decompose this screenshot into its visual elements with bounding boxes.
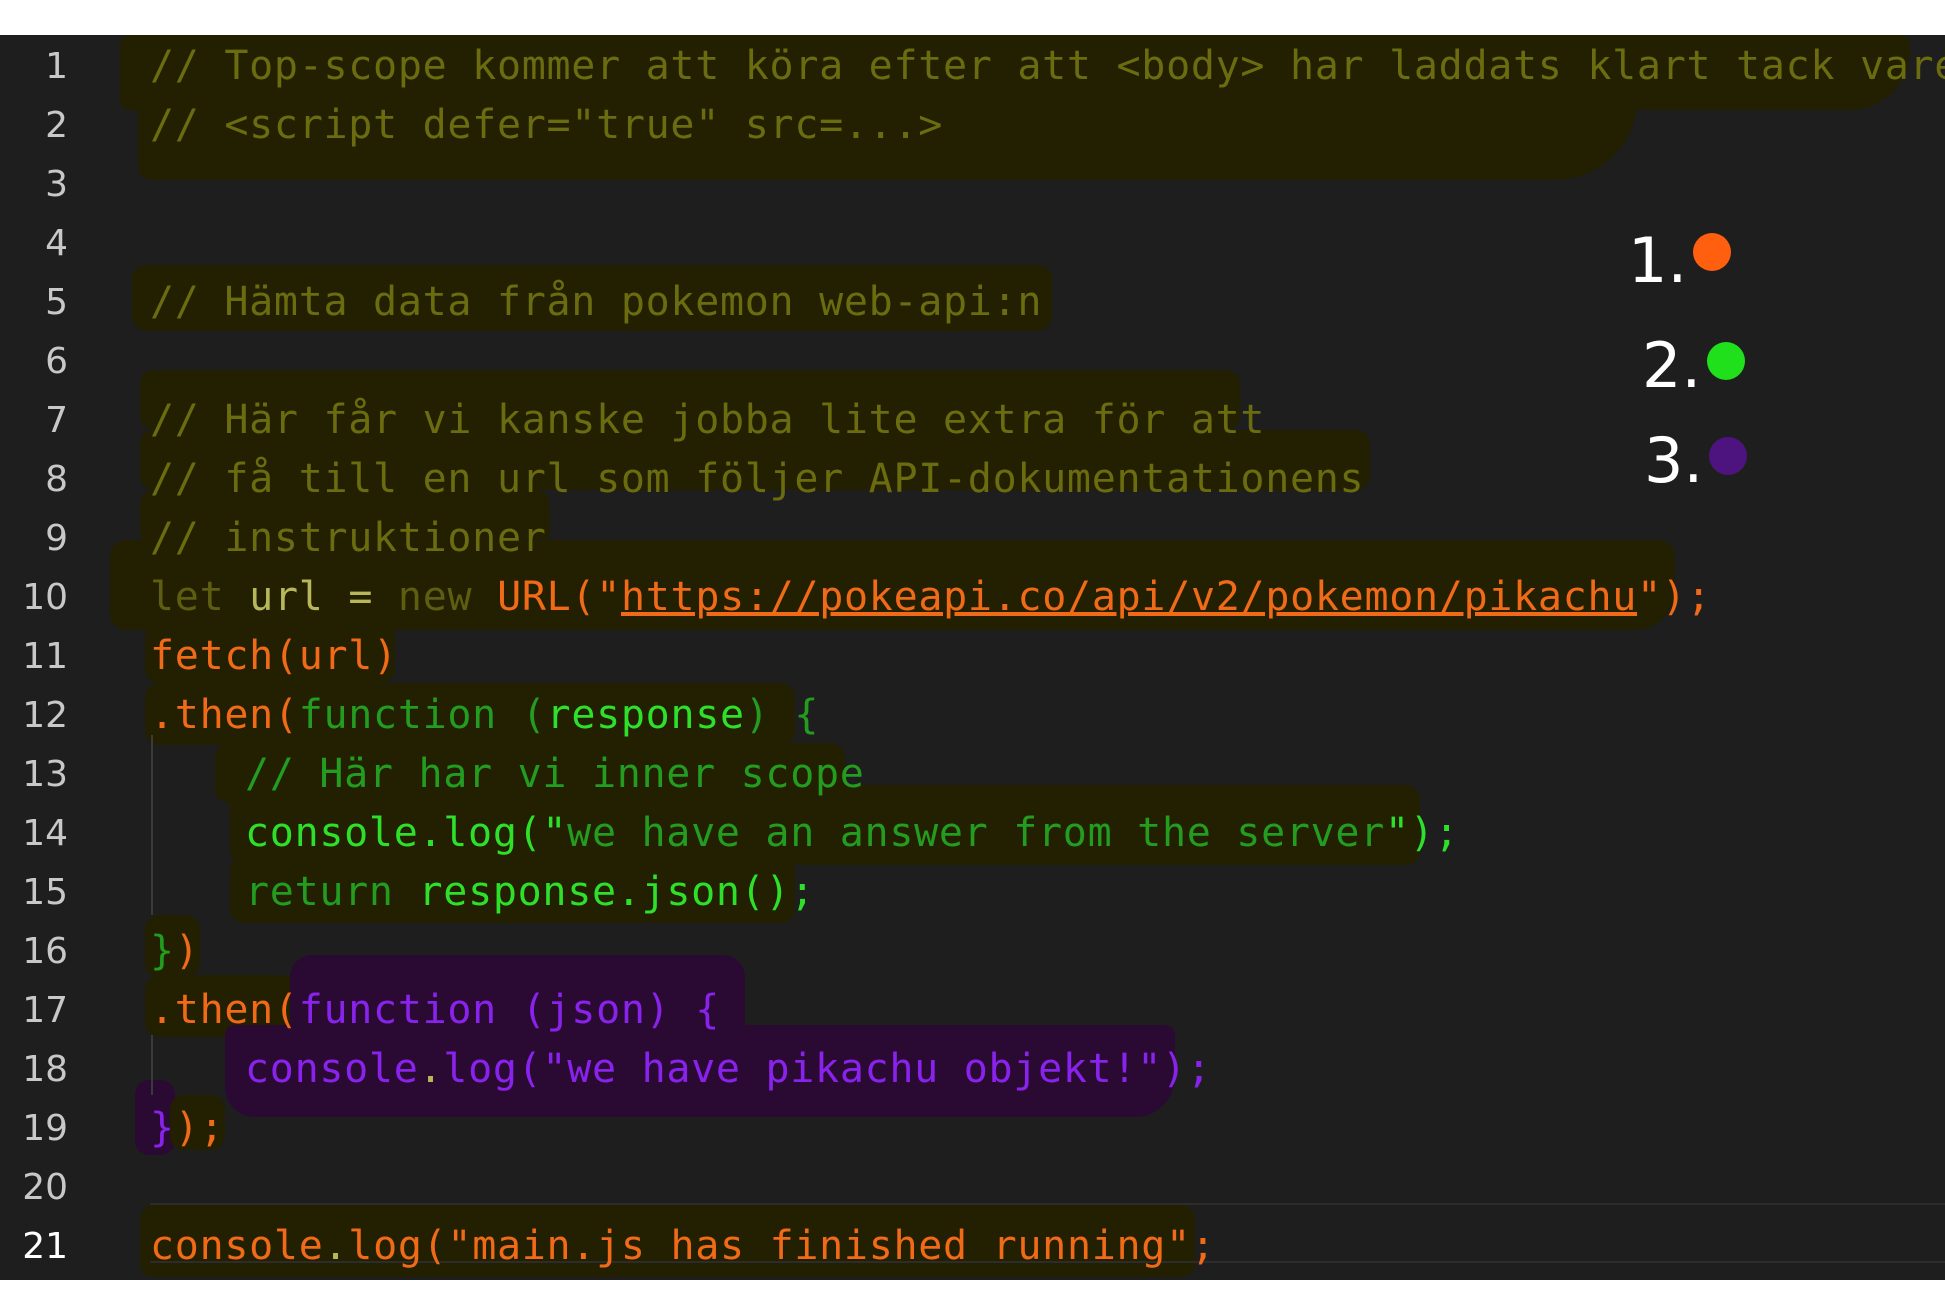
code-line-9[interactable]: // instruktioner xyxy=(150,509,547,568)
code-line-17[interactable]: .then(function (json) { xyxy=(150,981,720,1040)
dot: . xyxy=(323,1223,349,1269)
return-expression: response.json(); xyxy=(418,869,816,915)
line-number: 10 xyxy=(22,577,68,618)
code-line-18[interactable]: console.log("we have pikachu objekt!"); xyxy=(245,1040,1212,1099)
paren-quote: (" xyxy=(517,1046,568,1092)
statement-end: ); xyxy=(174,1105,225,1151)
then-call: .then( xyxy=(150,692,299,738)
code-line-1[interactable]: // Top-scope kommer att köra efter att <… xyxy=(150,37,1945,96)
orange-dot-icon xyxy=(1693,233,1732,271)
statement-end: "); xyxy=(1637,574,1712,620)
console-log-call: console.log(" xyxy=(245,810,568,856)
legend-label: 2. xyxy=(1642,329,1702,402)
line-number: 7 xyxy=(45,400,68,441)
line-number: 1 xyxy=(45,46,68,87)
line-number: 8 xyxy=(45,459,68,500)
line-number: 9 xyxy=(45,518,68,559)
line-number: 16 xyxy=(22,931,68,972)
code-line-14[interactable]: console.log("we have an answer from the … xyxy=(245,804,1459,863)
log-ident: log xyxy=(443,1046,518,1092)
line-number: 12 xyxy=(22,695,68,736)
line-number-active: 21 xyxy=(22,1226,68,1267)
green-dot-icon xyxy=(1707,342,1746,380)
param-response: response xyxy=(546,692,745,738)
keyword-let: let xyxy=(150,574,225,620)
console-ident: console xyxy=(150,1223,324,1269)
line-number: 19 xyxy=(22,1108,68,1149)
code-line-15[interactable]: return response.json(); xyxy=(245,863,815,922)
string-literal: we have an answer from the server xyxy=(567,810,1385,856)
paren-close: ) { xyxy=(744,692,820,738)
legend-item-1: 1. xyxy=(1628,224,1732,297)
closing-paren: ) xyxy=(174,928,200,974)
indent-guide xyxy=(151,735,153,915)
function-json: function (json) { xyxy=(298,987,720,1033)
statement-end: "); xyxy=(1137,1046,1212,1092)
keyword-function: function xyxy=(298,692,497,738)
keyword-new: new xyxy=(397,574,473,620)
code-line-16[interactable]: }) xyxy=(150,922,200,981)
closing-brace: } xyxy=(150,928,175,974)
identifier-url: url xyxy=(249,574,324,620)
then-call: .then( xyxy=(150,987,299,1033)
statement-end: "); xyxy=(1384,810,1460,856)
line-number: 20 xyxy=(22,1167,68,1208)
legend-label: 1. xyxy=(1628,224,1688,297)
code-line-10[interactable]: let url = new URL("https://pokeapi.co/ap… xyxy=(150,568,1711,627)
url-constructor: URL(" xyxy=(497,574,621,620)
code-line-12[interactable]: .then(function (response) { xyxy=(150,686,819,745)
code-line-11[interactable]: fetch(url) xyxy=(150,627,398,686)
code-line-13[interactable]: // Här har vi inner scope xyxy=(245,745,865,804)
log-call: log("main.js has finished running"; xyxy=(348,1223,1216,1269)
legend-item-2: 2. xyxy=(1642,329,1746,402)
line-number: 14 xyxy=(22,813,68,854)
code-line-2[interactable]: // <script defer="true" src=...> xyxy=(150,96,943,155)
legend-item-3: 3. xyxy=(1644,424,1748,497)
console-ident: console xyxy=(245,1046,419,1092)
purple-dot-icon xyxy=(1709,437,1748,475)
indent-guide xyxy=(151,1035,153,1095)
line-number: 6 xyxy=(45,341,68,382)
line-number: 11 xyxy=(22,636,68,677)
line-number: 13 xyxy=(22,754,68,795)
operator-assign: = xyxy=(348,574,374,620)
line-number: 17 xyxy=(22,990,68,1031)
code-line-8[interactable]: // få till en url som följer API-dokumen… xyxy=(150,450,1364,509)
url-link[interactable]: https://pokeapi.co/api/v2/pokemon/pikach… xyxy=(621,574,1637,620)
closing-brace: } xyxy=(150,1105,175,1151)
code-line-7[interactable]: // Här får vi kanske jobba lite extra fö… xyxy=(150,391,1265,450)
dot: . xyxy=(418,1046,444,1092)
code-line-21[interactable]: console.log("main.js has finished runnin… xyxy=(150,1217,1216,1276)
line-number: 3 xyxy=(45,164,68,205)
code-line-19[interactable]: }); xyxy=(150,1099,224,1158)
line-number: 18 xyxy=(22,1049,68,1090)
line-number: 15 xyxy=(22,872,68,913)
paren-open: ( xyxy=(496,692,547,738)
line-number: 5 xyxy=(45,282,68,323)
code-editor[interactable]: 1 2 3 4 5 6 7 8 9 10 11 12 13 14 15 16 1… xyxy=(0,35,1945,1280)
line-number: 4 xyxy=(45,223,68,264)
line-number: 2 xyxy=(45,105,68,146)
legend-label: 3. xyxy=(1644,424,1704,497)
code-line-5[interactable]: // Hämta data från pokemon web-api:n xyxy=(150,273,1042,332)
keyword-return: return xyxy=(245,869,394,915)
string-literal: we have pikachu objekt! xyxy=(567,1046,1138,1092)
